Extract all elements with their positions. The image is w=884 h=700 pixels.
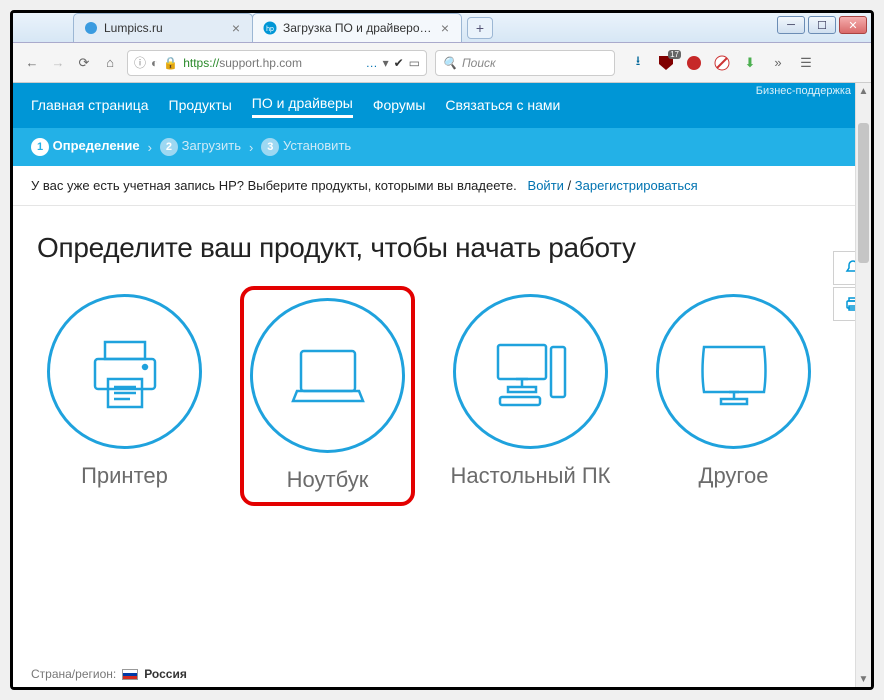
url-text: https://support.hp.com: [183, 56, 360, 70]
ext-red-icon[interactable]: [685, 54, 703, 72]
region-name: Россия: [144, 667, 187, 681]
hp-steps-bar: 1 Определение › 2 Загрузить › 3 Установи…: [13, 128, 871, 166]
desktop-icon: [453, 294, 608, 449]
download-button[interactable]: ⭳: [629, 54, 647, 72]
product-grid: Принтер Ноутбук: [37, 294, 847, 506]
ext-green-icon[interactable]: ⬇: [741, 54, 759, 72]
close-window-button[interactable]: ✕: [839, 16, 867, 34]
product-label: Другое: [699, 463, 769, 488]
url-ellipsis: …: [366, 56, 378, 70]
favicon-hp: hp: [263, 21, 277, 35]
favicon-lumpics: [84, 21, 98, 35]
page-content: Главная страница Продукты ПО и драйверы …: [13, 83, 871, 687]
login-prompt-bar: У вас уже есть учетная запись HP? Выбери…: [13, 166, 871, 206]
tab-label: Загрузка ПО и драйверов HP: [283, 21, 433, 35]
step-identify[interactable]: 1 Определение: [31, 138, 140, 156]
tab-hp[interactable]: hp Загрузка ПО и драйверов HP ×: [252, 13, 462, 42]
laptop-icon: [250, 298, 405, 453]
ublock-icon[interactable]: 17: [657, 54, 675, 72]
svg-text:hp: hp: [266, 26, 274, 33]
site-info-icon[interactable]: ⓘ: [134, 54, 146, 71]
hamburger-menu-button[interactable]: ☰: [797, 54, 815, 72]
nav-software-drivers[interactable]: ПО и драйверы: [252, 95, 353, 118]
nav-forums[interactable]: Форумы: [373, 97, 426, 117]
tab-close-icon[interactable]: ×: [230, 20, 242, 36]
hp-main-nav: Главная страница Продукты ПО и драйверы …: [13, 83, 871, 128]
scroll-up-icon[interactable]: ▲: [856, 83, 871, 99]
chevron-right-icon: ›: [249, 140, 253, 155]
page-action-icon[interactable]: ▭: [409, 56, 420, 70]
back-button[interactable]: ←: [23, 54, 41, 72]
chevron-right-icon: ›: [148, 140, 152, 155]
login-prompt-text: У вас уже есть учетная запись HP? Выбери…: [31, 178, 517, 193]
nav-home[interactable]: Главная страница: [31, 97, 149, 117]
region-label: Страна/регион:: [31, 667, 116, 681]
window-controls: ─ ☐ ✕: [777, 16, 867, 34]
printer-icon: [47, 294, 202, 449]
product-label: Принтер: [81, 463, 168, 488]
nav-products[interactable]: Продукты: [169, 97, 232, 117]
noscript-icon[interactable]: [713, 54, 731, 72]
search-box[interactable]: 🔍 Поиск: [435, 50, 615, 76]
product-label: Ноутбук: [287, 467, 369, 492]
browser-toolbar: ← → ⟳ ⌂ ⓘ ◐ 🔒 https://support.hp.com … ▾…: [13, 43, 871, 83]
scroll-thumb[interactable]: [858, 123, 869, 263]
search-placeholder: Поиск: [462, 56, 496, 70]
product-label: Настольный ПК: [451, 463, 611, 488]
reload-button[interactable]: ⟳: [75, 54, 93, 72]
tab-label: Lumpics.ru: [104, 21, 224, 35]
nav-business[interactable]: Бизнес-поддержка: [756, 85, 851, 97]
forward-button[interactable]: →: [49, 54, 67, 72]
signin-link[interactable]: Войти: [528, 178, 564, 193]
maximize-button[interactable]: ☐: [808, 16, 836, 34]
extensions: ⭳ 17 ⬇ » ☰: [629, 54, 815, 72]
flag-russia-icon: [122, 669, 138, 680]
search-icon: 🔍: [442, 56, 457, 70]
minimize-button[interactable]: ─: [777, 16, 805, 34]
product-laptop[interactable]: Ноутбук: [240, 286, 415, 506]
titlebar: Lumpics.ru × hp Загрузка ПО и драйверов …: [13, 13, 871, 43]
register-link[interactable]: Зарегистрироваться: [575, 178, 698, 193]
region-selector[interactable]: Страна/регион: Россия: [13, 661, 205, 687]
sep: /: [568, 178, 575, 193]
tab-lumpics[interactable]: Lumpics.ru ×: [73, 13, 253, 42]
product-printer[interactable]: Принтер: [37, 294, 212, 506]
url-bar[interactable]: ⓘ ◐ 🔒 https://support.hp.com … ▾ ✔ ▭: [127, 50, 427, 76]
step-install[interactable]: 3 Установить: [261, 138, 351, 156]
shield-check-icon[interactable]: ✔: [394, 56, 404, 70]
nav-contact[interactable]: Связаться с нами: [445, 97, 560, 117]
home-button[interactable]: ⌂: [101, 54, 119, 72]
product-other[interactable]: Другое: [646, 294, 821, 506]
step-download[interactable]: 2 Загрузить: [160, 138, 241, 156]
main-area: Определите ваш продукт, чтобы начать раб…: [13, 206, 871, 506]
ublock-badge: 17: [668, 50, 681, 59]
overflow-menu-button[interactable]: »: [769, 54, 787, 72]
tracking-shield-icon[interactable]: ◐: [151, 56, 158, 70]
monitor-icon: [656, 294, 811, 449]
browser-window: Lumpics.ru × hp Загрузка ПО и драйверов …: [10, 10, 874, 690]
reader-dropdown-icon[interactable]: ▾: [383, 56, 389, 70]
new-tab-button[interactable]: +: [467, 17, 493, 39]
tab-close-icon[interactable]: ×: [439, 20, 451, 36]
product-desktop[interactable]: Настольный ПК: [443, 294, 618, 506]
vertical-scrollbar[interactable]: ▲ ▼: [855, 83, 871, 687]
page-headline: Определите ваш продукт, чтобы начать раб…: [37, 232, 847, 264]
lock-icon: 🔒: [163, 56, 178, 70]
scroll-down-icon[interactable]: ▼: [856, 671, 871, 687]
